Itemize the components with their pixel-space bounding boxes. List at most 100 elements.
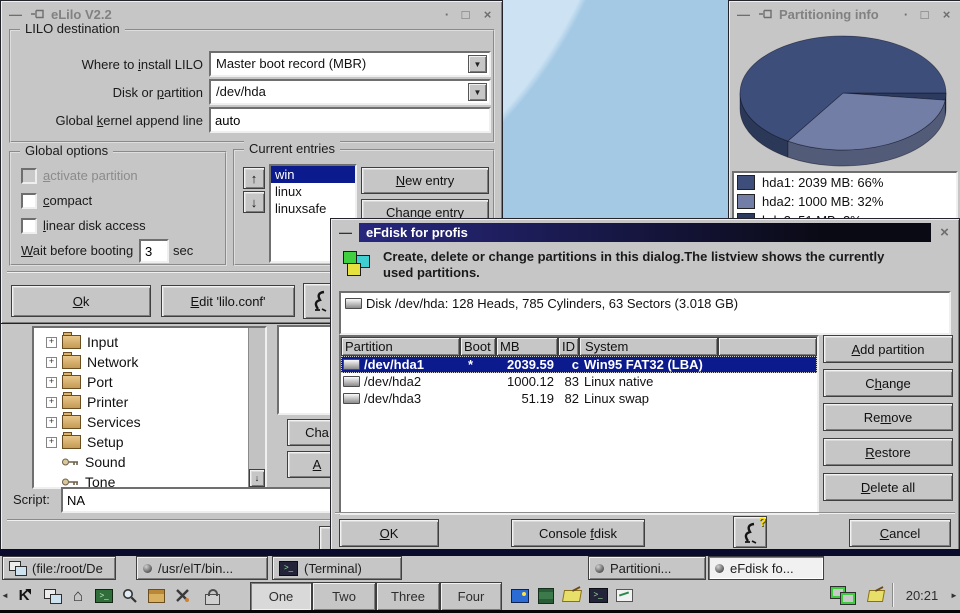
tree-scrollbar[interactable]: ↓ xyxy=(248,328,265,487)
panel-hide-left-button[interactable]: ◄ xyxy=(0,582,10,609)
notes-button[interactable] xyxy=(560,582,584,609)
tray-notes-button[interactable] xyxy=(864,582,888,609)
new-entry-button[interactable]: New entry xyxy=(361,167,489,194)
append-field[interactable] xyxy=(209,107,491,133)
file-manager-icon xyxy=(9,561,26,575)
dropdown-arrow-icon[interactable]: ▼ xyxy=(468,83,487,101)
taskbar-window-efdisk[interactable]: eFdisk fo... xyxy=(708,556,824,580)
activate-partition-checkbox[interactable] xyxy=(21,168,37,184)
col-mb[interactable]: MB xyxy=(496,337,558,356)
minimize-icon[interactable]: — xyxy=(337,225,354,240)
compact-checkbox[interactable] xyxy=(21,193,37,209)
close-icon[interactable]: × xyxy=(938,7,955,22)
package-button[interactable] xyxy=(144,582,168,609)
tree-item-services[interactable]: +Services xyxy=(46,412,265,432)
tools-button[interactable] xyxy=(170,582,194,609)
pager-desktop-one[interactable]: One xyxy=(250,582,312,611)
scroll-down-button[interactable]: ↓ xyxy=(249,469,265,487)
maximize-icon[interactable]: □ xyxy=(916,7,933,22)
minimize-icon[interactable]: — xyxy=(7,7,24,22)
ok-button[interactable]: OK xyxy=(339,519,439,547)
home-button[interactable]: ⌂ xyxy=(66,582,90,609)
network-monitor-tray[interactable] xyxy=(828,582,862,609)
change-button[interactable]: Change xyxy=(823,369,953,397)
disk-combobox[interactable]: /dev/hda ▼ xyxy=(209,79,491,105)
tree-expander-icon[interactable]: + xyxy=(46,397,57,408)
right-arrow-icon: ► xyxy=(950,591,958,600)
tree-item-setup[interactable]: +Setup xyxy=(46,432,265,452)
tree-expander-icon[interactable]: + xyxy=(46,337,57,348)
linear-disk-access-checkbox[interactable] xyxy=(21,218,37,234)
taskbar-window-usr-bin[interactable]: /usr/elT/bin... xyxy=(136,556,268,580)
edit-lilo-conf-button[interactable]: Edit 'lilo.conf' xyxy=(161,285,295,317)
pager-desktop-two[interactable]: Two xyxy=(312,582,376,611)
tree-item-network[interactable]: +Network xyxy=(46,352,265,372)
konsole-button[interactable]: >_ xyxy=(92,582,116,609)
table-row[interactable]: /dev/hda3 51.19 82 Linux swap xyxy=(341,390,817,407)
find-button[interactable] xyxy=(118,582,142,609)
table-row[interactable]: /dev/hda2 1000.12 83 Linux native xyxy=(341,373,817,390)
taskbar-window-filemanager[interactable]: (file:/root/De xyxy=(2,556,116,580)
delete-all-button[interactable]: Delete all xyxy=(823,473,953,501)
move-down-button[interactable]: ↓ xyxy=(243,191,265,213)
pin-icon[interactable] xyxy=(29,7,46,22)
ok-button[interactable]: Ok xyxy=(11,285,151,317)
terminal-launcher-button[interactable]: >_ xyxy=(586,582,610,609)
cancel-button[interactable]: Cancel xyxy=(849,519,951,547)
tree-item-sound[interactable]: Sound xyxy=(46,452,265,472)
list-item[interactable]: linux xyxy=(271,183,355,200)
minimize-icon[interactable]: — xyxy=(735,7,752,22)
tree-item-input[interactable]: +Input xyxy=(46,332,265,352)
table-row[interactable]: /dev/hda1 * 2039.59 c Win95 FAT32 (LBA) xyxy=(341,356,817,373)
tree-item-printer[interactable]: +Printer xyxy=(46,392,265,412)
question-mark-icon: ? xyxy=(759,516,766,529)
remove-button[interactable]: Remove xyxy=(823,403,953,431)
window-list-button[interactable] xyxy=(40,582,64,609)
taskbar-window-partitioning[interactable]: Partitioni... xyxy=(588,556,706,580)
add-partition-button[interactable]: Add partition xyxy=(823,335,953,363)
help-book-button[interactable] xyxy=(508,582,532,609)
menu-dot-icon[interactable]: · xyxy=(442,7,452,22)
legend-row: hda1: 2039 MB: 66% xyxy=(734,173,956,192)
close-icon[interactable]: × xyxy=(936,225,953,240)
close-icon[interactable]: × xyxy=(479,7,496,22)
col-system[interactable]: System xyxy=(579,337,718,356)
install-combobox[interactable]: Master boot record (MBR) ▼ xyxy=(209,51,491,77)
dropdown-arrow-icon[interactable]: ▼ xyxy=(468,55,487,73)
lock-screen-button[interactable] xyxy=(200,582,224,609)
console-fdisk-button[interactable]: Console fdisk xyxy=(511,519,645,547)
tree-expander-icon[interactable]: + xyxy=(46,357,57,368)
script-field[interactable] xyxy=(61,487,337,513)
clock: 20:21 xyxy=(898,582,946,609)
col-extra[interactable] xyxy=(718,337,817,356)
tree-expander-icon[interactable]: + xyxy=(46,437,57,448)
menu-dot-icon[interactable]: · xyxy=(901,7,911,22)
col-boot[interactable]: Boot xyxy=(460,337,496,356)
col-partition[interactable]: Partition xyxy=(341,337,460,356)
pager-desktop-three[interactable]: Three xyxy=(376,582,440,611)
group-legend: LILO destination xyxy=(20,21,125,36)
editor-button[interactable] xyxy=(612,582,636,609)
wait-field[interactable] xyxy=(139,239,169,263)
script-input[interactable] xyxy=(63,489,335,511)
pager-desktop-four[interactable]: Four xyxy=(440,582,502,611)
file-cabinet-button[interactable] xyxy=(534,582,558,609)
magnifier-icon xyxy=(122,588,138,604)
kde-menu-button[interactable]: K xyxy=(12,582,36,609)
pin-icon[interactable] xyxy=(757,7,774,22)
col-id[interactable]: ID xyxy=(558,337,579,356)
panel-hide-right-button[interactable]: ► xyxy=(949,582,959,609)
tree-expander-icon[interactable]: + xyxy=(46,417,57,428)
list-item[interactable]: win xyxy=(271,166,355,183)
append-input[interactable] xyxy=(211,109,489,131)
folder-icon xyxy=(62,395,81,409)
tree-item-port[interactable]: +Port xyxy=(46,372,265,392)
restore-button[interactable]: Restore xyxy=(823,438,953,466)
tree-expander-icon[interactable]: + xyxy=(46,377,57,388)
wait-input[interactable] xyxy=(141,241,167,261)
help-penguin-button[interactable]: ? xyxy=(733,516,767,548)
move-up-button[interactable]: ↑ xyxy=(243,167,265,189)
taskbar-window-terminal[interactable]: >_(Terminal) xyxy=(272,556,402,580)
list-item[interactable]: linuxsafe xyxy=(271,200,355,217)
maximize-icon[interactable]: □ xyxy=(457,7,474,22)
